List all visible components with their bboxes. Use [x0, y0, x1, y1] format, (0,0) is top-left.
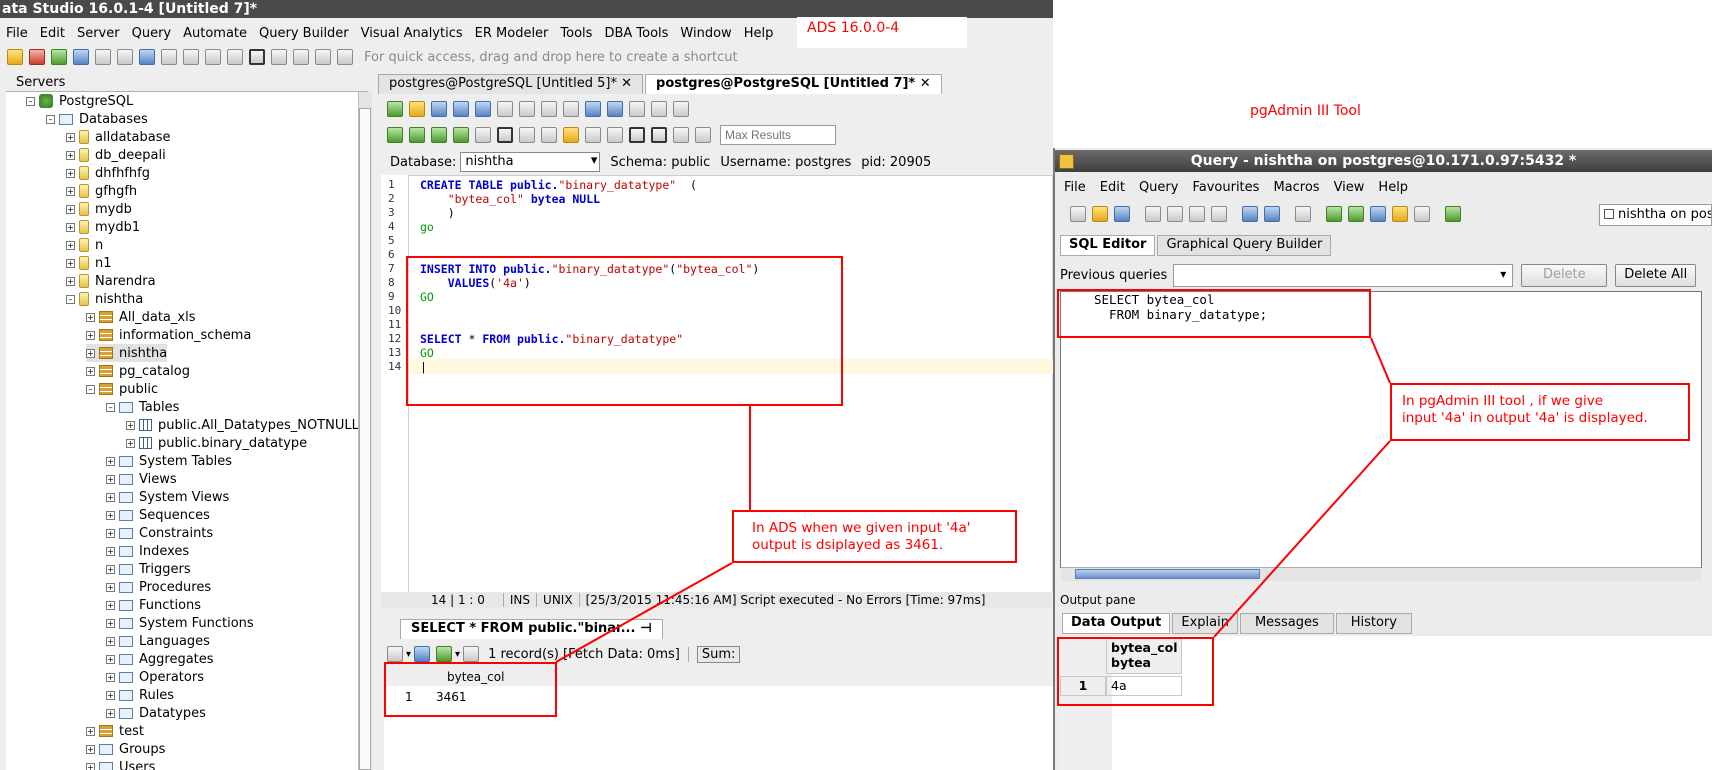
annotation-connector-lines [555, 337, 1391, 663]
connector-line [1213, 440, 1391, 638]
connector-line [555, 562, 733, 663]
connector-line [1370, 337, 1391, 384]
